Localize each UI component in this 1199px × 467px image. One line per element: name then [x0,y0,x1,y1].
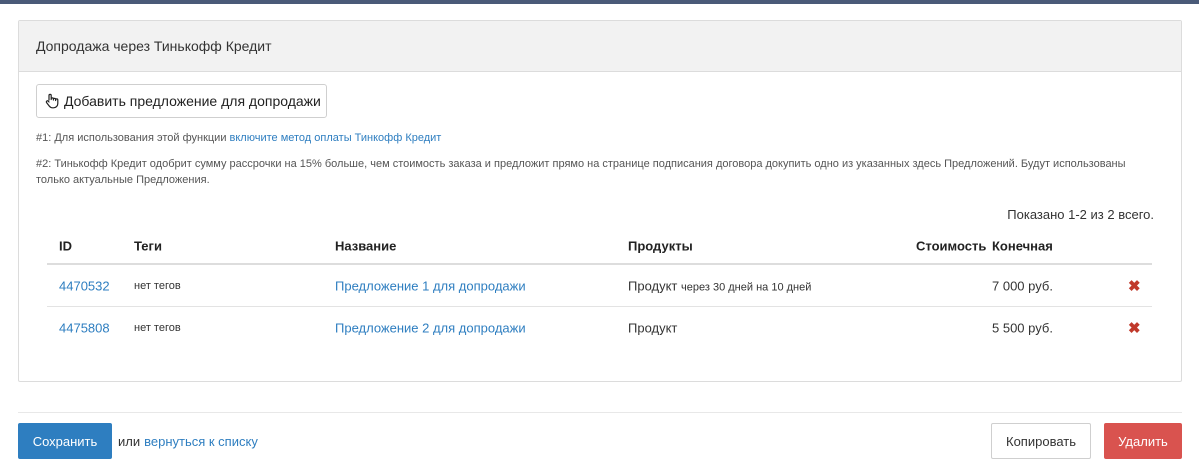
offer-products: Продукт [628,320,677,335]
offer-final-price: 7 000 руб. [992,278,1053,293]
offer-final-price: 5 500 руб. [992,320,1053,335]
offer-id-link[interactable]: 4470532 [59,278,110,293]
note-1-text: #1: Для использования этой функции [36,132,230,144]
offer-name-link[interactable]: Предложение 1 для допродажи [335,278,526,293]
header-cost: Стоимость [916,238,987,253]
save-button[interactable]: Сохранить [18,423,112,459]
pagination-summary: Показано 1-2 из 2 всего. [1007,207,1154,222]
upsell-panel: Допродажа через Тинькофф Кредит Добавить… [18,20,1182,382]
footer-divider [18,412,1182,413]
x-delete-icon[interactable]: ✖ [1128,277,1141,295]
header-tags: Теги [134,238,162,253]
form-footer: Сохранить или вернуться к списку [18,423,258,459]
add-upsell-offer-button[interactable]: Добавить предложение для допродажи [36,84,327,118]
hand-pointer-icon [45,93,59,109]
offer-id-link[interactable]: 4475808 [59,320,110,335]
product-detail: через 30 дней на 10 дней [681,281,812,293]
back-to-list-link[interactable]: вернуться к списку [144,434,258,449]
offer-products: Продукт через 30 дней на 10 дней [628,278,811,293]
enable-tinkoff-credit-link[interactable]: включите метод оплаты Тинкофф Кредит [230,132,442,144]
header-id: ID [59,238,72,253]
add-upsell-offer-label: Добавить предложение для допродажи [64,93,321,109]
offers-table: ID Теги Название Продукты Стоимость Коне… [47,228,1152,348]
table-row: 4470532 нет тегов Предложение 1 для допр… [47,265,1152,307]
header-final: Конечная [992,238,1053,253]
delete-button[interactable]: Удалить [1104,423,1182,459]
or-text: или [118,433,141,449]
table-row: 4475808 нет тегов Предложение 2 для допр… [47,307,1152,348]
product-name: Продукт [628,278,678,293]
offer-tags: нет тегов [134,279,181,292]
header-name: Название [335,238,397,253]
table-header: ID Теги Название Продукты Стоимость Коне… [47,228,1152,265]
top-bar [0,0,1199,4]
offer-tags: нет тегов [134,321,181,334]
x-delete-icon[interactable]: ✖ [1128,319,1141,337]
product-name: Продукт [628,320,678,335]
offer-name-link[interactable]: Предложение 2 для допродажи [335,320,526,335]
panel-title: Допродажа через Тинькофф Кредит [19,21,1181,72]
header-products: Продукты [628,238,693,253]
note-1: #1: Для использования этой функции включ… [36,131,441,147]
note-2: #2: Тинькофф Кредит одобрит сумму рассро… [36,158,1126,186]
copy-button[interactable]: Копировать [991,423,1091,459]
